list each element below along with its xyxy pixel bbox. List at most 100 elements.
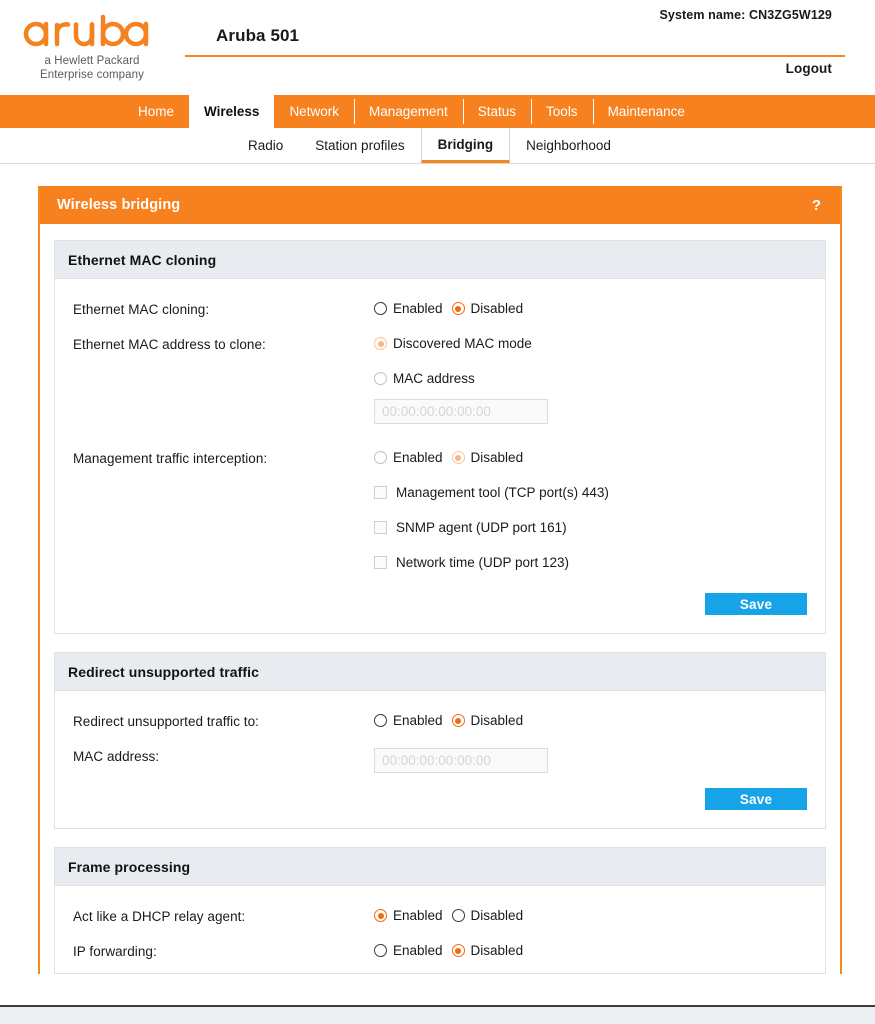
radio-mac-address[interactable]: MAC address	[374, 371, 475, 386]
radio-ip-forwarding-enabled[interactable]: Enabled	[374, 943, 443, 958]
field-label: Act like a DHCP relay agent:	[73, 909, 246, 924]
form-row-ip-forwarding: IP forwarding: Enabled Disabled	[73, 943, 807, 959]
page-content: Wireless bridging ? Ethernet MAC cloning…	[0, 164, 875, 974]
nav-item-maintenance[interactable]: Maintenance	[592, 95, 700, 128]
subnav-item-radio[interactable]: Radio	[232, 128, 299, 163]
header-divider	[185, 55, 845, 57]
nav-item-management[interactable]: Management	[353, 95, 463, 128]
radio-redirect-disabled[interactable]: Disabled	[451, 713, 523, 728]
section-redirect-unsupported-traffic: Redirect unsupported traffic Redirect un…	[54, 652, 826, 829]
checkbox-label: Network time (UDP port 123)	[396, 555, 570, 570]
radio-label: Enabled	[393, 713, 443, 728]
save-button-redirect[interactable]: Save	[705, 788, 807, 810]
checkbox-icon	[374, 521, 387, 534]
field-label: MAC address:	[73, 749, 160, 764]
radio-discovered-mac-mode[interactable]: Discovered MAC mode	[374, 336, 532, 351]
radio-label: Disabled	[470, 450, 524, 465]
main-navigation: Home Wireless Network Management Status …	[0, 95, 875, 128]
form-row-management-traffic-interception: Management traffic interception: Enabled…	[73, 450, 807, 570]
sub-navigation: Radio Station profiles Bridging Neighbor…	[0, 128, 875, 164]
section-title: Ethernet MAC cloning	[55, 241, 825, 279]
page-title: Aruba 501	[216, 26, 300, 45]
radio-icon	[374, 944, 387, 957]
radio-group-interception: Enabled Disabled	[374, 450, 523, 465]
panel-title: Wireless bridging	[57, 197, 181, 213]
radio-icon	[374, 302, 387, 315]
section-title: Frame processing	[55, 848, 825, 886]
radio-cloning-disabled[interactable]: Disabled	[451, 301, 523, 316]
section-body: Redirect unsupported traffic to: Enabled…	[55, 691, 825, 828]
radio-label: Enabled	[393, 908, 443, 923]
form-row-redirect-to: Redirect unsupported traffic to: Enabled…	[73, 713, 807, 729]
field-label: Ethernet MAC address to clone:	[73, 337, 266, 352]
form-row-ethernet-mac-cloning: Ethernet MAC cloning: Enabled Disabled	[73, 301, 807, 317]
checkbox-label: SNMP agent (UDP port 161)	[396, 520, 567, 535]
aruba-logo: a Hewlett Packard Enterprise company	[17, 14, 167, 82]
nav-item-status[interactable]: Status	[462, 95, 531, 128]
section-body: Ethernet MAC cloning: Enabled Disabled E…	[55, 279, 825, 633]
radio-dhcp-relay-enabled[interactable]: Enabled	[374, 908, 443, 923]
radio-interception-enabled[interactable]: Enabled	[374, 450, 443, 465]
radio-ip-forwarding-disabled[interactable]: Disabled	[451, 943, 524, 958]
checkbox-snmp-agent[interactable]: SNMP agent (UDP port 161)	[374, 520, 567, 535]
radio-icon	[374, 451, 387, 464]
field-control	[374, 748, 807, 773]
checkbox-label: Management tool (TCP port(s) 443)	[396, 485, 609, 500]
panel-header: Wireless bridging ?	[40, 186, 840, 224]
radio-interception-disabled[interactable]: Disabled	[451, 450, 524, 465]
radio-icon-selected	[374, 909, 387, 922]
form-row-mac-address-to-clone: Ethernet MAC address to clone: Discovere…	[73, 336, 807, 424]
wireless-bridging-panel: Wireless bridging ? Ethernet MAC cloning…	[38, 186, 842, 974]
aruba-wordmark-icon	[17, 14, 167, 50]
radio-icon-selected-disabled	[374, 337, 387, 350]
nav-item-wireless[interactable]: Wireless	[189, 95, 275, 128]
radio-cloning-enabled[interactable]: Enabled	[374, 301, 443, 316]
field-label: Ethernet MAC cloning:	[73, 302, 210, 317]
help-icon[interactable]: ?	[809, 197, 824, 214]
radio-redirect-enabled[interactable]: Enabled	[374, 713, 443, 728]
checkbox-icon	[374, 486, 387, 499]
radio-icon	[374, 714, 387, 727]
checkbox-network-time[interactable]: Network time (UDP port 123)	[374, 555, 569, 570]
save-row: Save	[73, 784, 807, 814]
logo-tagline-line1: a Hewlett Packard	[44, 55, 140, 67]
panel-body: Ethernet MAC cloning Ethernet MAC clonin…	[40, 224, 840, 974]
radio-label: MAC address	[393, 371, 475, 386]
radio-icon-selected	[451, 714, 465, 727]
radio-label: Enabled	[393, 450, 443, 465]
section-body: Act like a DHCP relay agent: Enabled Dis…	[55, 886, 825, 973]
form-row-redirect-mac-address: MAC address:	[73, 748, 807, 773]
mac-address-to-clone-input[interactable]	[374, 399, 548, 424]
logo-tagline: a Hewlett Packard Enterprise company	[17, 55, 167, 82]
logout-link[interactable]: Logout	[786, 61, 832, 76]
radio-icon-selected	[451, 302, 465, 315]
header-title-area: System name: CN3ZG5W129 Aruba 501 Logout	[185, 0, 865, 95]
subnav-item-bridging[interactable]: Bridging	[420, 128, 511, 163]
radio-dhcp-relay-disabled[interactable]: Disabled	[451, 908, 523, 923]
field-control: Discovered MAC mode MAC address	[374, 336, 807, 424]
section-frame-processing: Frame processing Act like a DHCP relay a…	[54, 847, 826, 974]
subnav-item-station-profiles[interactable]: Station profiles	[299, 128, 420, 163]
field-control: Enabled Disabled	[374, 943, 807, 958]
field-label: Redirect unsupported traffic to:	[73, 714, 259, 729]
subnav-item-neighborhood[interactable]: Neighborhood	[510, 128, 627, 163]
radio-label: Enabled	[393, 301, 443, 316]
radio-label: Disabled	[470, 943, 524, 958]
radio-label: Discovered MAC mode	[393, 336, 532, 351]
save-row: Save	[73, 589, 807, 619]
viewport-bottom-edge	[0, 1005, 875, 1024]
section-title: Redirect unsupported traffic	[55, 653, 825, 691]
checkbox-management-tool[interactable]: Management tool (TCP port(s) 443)	[374, 485, 609, 500]
nav-item-home[interactable]: Home	[123, 95, 189, 128]
radio-icon	[451, 909, 465, 922]
nav-item-network[interactable]: Network	[274, 95, 354, 128]
nav-item-tools[interactable]: Tools	[531, 95, 593, 128]
field-control: Enabled Disabled	[374, 713, 807, 728]
redirect-mac-address-input[interactable]	[374, 748, 548, 773]
section-ethernet-mac-cloning: Ethernet MAC cloning Ethernet MAC clonin…	[54, 240, 826, 634]
system-name: System name: CN3ZG5W129	[659, 8, 832, 22]
save-button-mac-cloning[interactable]: Save	[705, 593, 807, 615]
field-label: IP forwarding:	[73, 944, 157, 959]
form-row-dhcp-relay-agent: Act like a DHCP relay agent: Enabled Dis…	[73, 908, 807, 924]
field-control: Enabled Disabled Management tool (TCP po…	[374, 450, 807, 570]
